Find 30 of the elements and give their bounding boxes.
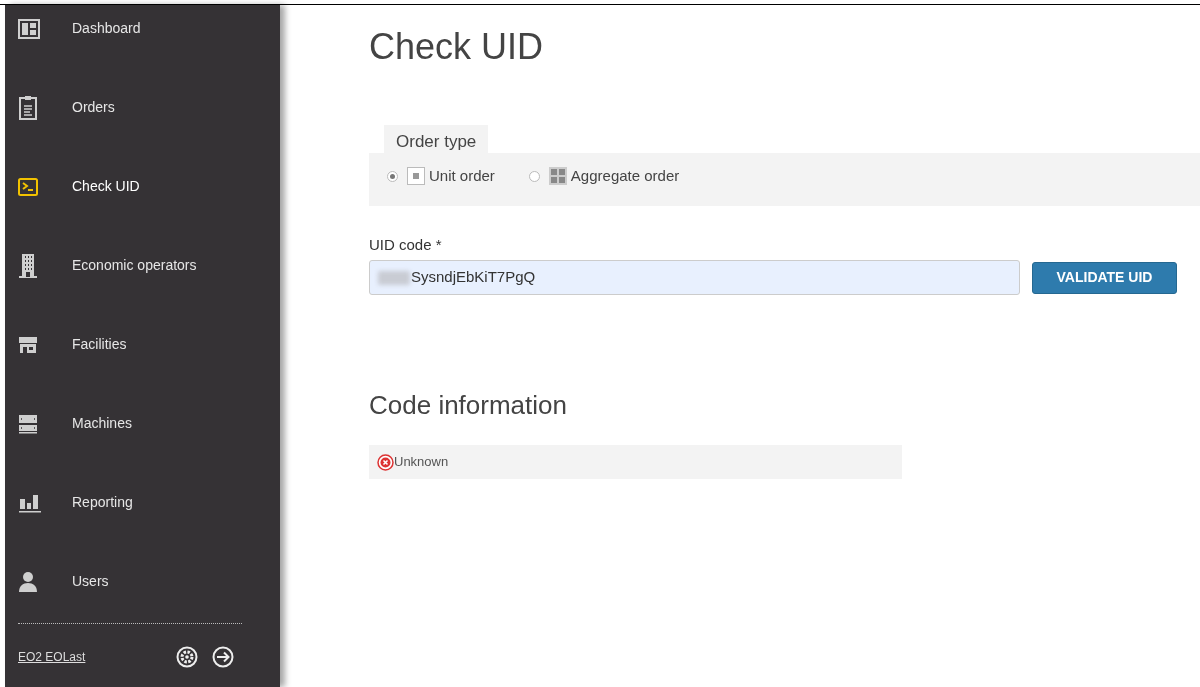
sidebar-item[interactable]: Machines [5, 384, 280, 463]
section-title: Code information [369, 389, 568, 421]
square-icon [407, 167, 425, 185]
fieldset-legend: Order type [384, 125, 489, 155]
sidebar-item[interactable]: Check UID [5, 147, 280, 226]
sidebar-item[interactable]: Dashboard [5, 0, 280, 68]
building-icon [18, 252, 38, 279]
order-type-option[interactable]: Unit order [387, 164, 495, 188]
sidebar-item[interactable]: Users [5, 542, 280, 621]
page-title: Check UID [369, 25, 545, 69]
user-link[interactable]: EO2 EOLast [18, 648, 168, 666]
field-label: UID code * [369, 234, 443, 255]
terminal-icon [18, 177, 38, 196]
grid-icon [548, 167, 567, 185]
settings-icon[interactable] [176, 646, 198, 668]
status-text: Unknown [394, 453, 449, 472]
validate-button[interactable]: VALIDATE UID [1032, 261, 1177, 294]
sidebar-item[interactable]: Economic operators [5, 226, 280, 305]
order-type-option[interactable]: Aggregate order [528, 164, 680, 188]
sidebar-item[interactable]: Facilities [5, 305, 280, 384]
logout-icon[interactable] [212, 646, 234, 668]
store-icon [18, 335, 38, 354]
dashboard-icon [18, 18, 40, 39]
sidebar-item[interactable]: Orders [5, 68, 280, 147]
uid-input[interactable]: SysndjEbKiT7PgQ [369, 260, 1020, 295]
server-icon [18, 413, 38, 434]
user-icon [18, 570, 38, 593]
bar-chart-icon [18, 492, 42, 513]
sidebar-item[interactable]: Reporting [5, 463, 280, 542]
clipboard-icon [18, 94, 38, 121]
